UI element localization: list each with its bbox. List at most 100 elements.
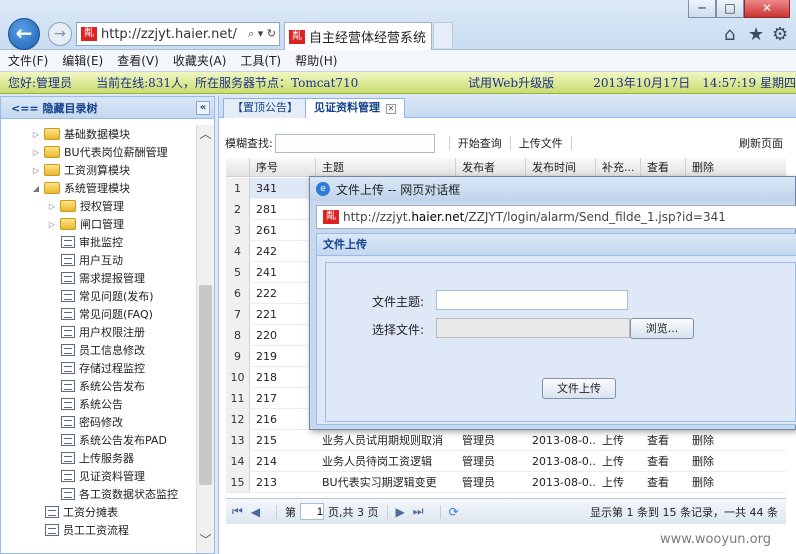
tree-item[interactable]: 上传服务器 [61, 449, 134, 467]
menu-tools[interactable]: 工具(T) [240, 52, 281, 69]
cell-del[interactable]: 删除 [686, 430, 786, 450]
tree-item[interactable]: 系统公告发布 [61, 377, 145, 395]
favorites-icon[interactable]: ★ [748, 24, 764, 45]
cell-extra[interactable]: 上传 [596, 472, 641, 492]
tree-item[interactable]: ▷ 基础数据模块 [31, 125, 130, 143]
menu-favorites[interactable]: 收藏夹(A) [173, 52, 227, 69]
tree-item[interactable]: 用户互动 [61, 251, 123, 269]
row-number: 9 [226, 346, 250, 366]
tree-item[interactable]: 需求提报管理 [61, 269, 145, 287]
new-tab-button[interactable] [433, 22, 453, 48]
page-icon [61, 290, 75, 302]
page-number-input[interactable] [300, 503, 325, 520]
column-header[interactable]: 序号 [250, 158, 316, 176]
home-icon[interactable]: ⌂ [724, 24, 735, 45]
scroll-thumb[interactable] [199, 285, 212, 485]
upload-submit-button[interactable]: 文件上传 [542, 378, 616, 399]
expand-icon[interactable]: ▷ [31, 130, 41, 139]
folder-icon [44, 164, 60, 176]
tree-item[interactable]: ◢ 系统管理模块 [31, 179, 130, 197]
subject-input[interactable] [436, 290, 628, 310]
scroll-down-icon[interactable]: ﹀ [197, 531, 214, 549]
tree-scrollbar[interactable]: ︿ ﹀ [196, 125, 214, 553]
cell-view[interactable]: 查看 [641, 430, 686, 450]
tree-item[interactable]: 各工资数据状态监控 [61, 485, 178, 503]
row-number: 6 [226, 283, 250, 303]
tree-item[interactable]: 见证资料管理 [61, 467, 145, 485]
forward-button[interactable]: → [48, 22, 72, 46]
menu-view[interactable]: 查看(V) [117, 52, 159, 69]
refresh-icon[interactable]: ⟳ [449, 505, 459, 519]
browser-tab[interactable]: 亃 自主经营体经营系统 [284, 22, 432, 50]
tree-item[interactable]: 常见问题(发布) [61, 287, 154, 305]
column-header[interactable]: 发布者 [456, 158, 526, 176]
tree-item[interactable]: ▷ 授权管理 [47, 197, 124, 215]
cell-subject: 业务人员试用期规则取消 [322, 434, 443, 447]
tree-item[interactable]: 用户权限注册 [61, 323, 145, 341]
tree-item[interactable]: 系统公告 [61, 395, 123, 413]
tree-item[interactable]: 工资分摊表 [45, 503, 118, 521]
tab-evidence-management[interactable]: 见证资料管理 ✕ [305, 98, 405, 118]
tree-item-label: 基础数据模块 [64, 128, 130, 141]
expand-icon[interactable]: ▷ [47, 202, 57, 211]
browse-button[interactable]: 浏览... [630, 318, 694, 339]
gear-icon[interactable]: ⚙ [772, 24, 788, 45]
table-row[interactable]: 13 215 业务人员试用期规则取消 管理员 2013-08-0... 上传 查看 删除 [226, 430, 786, 451]
close-tab-icon[interactable]: ✕ [386, 104, 396, 114]
cell-view[interactable]: 查看 [641, 472, 686, 492]
refresh-page-button[interactable]: 刷新页面 [739, 135, 783, 151]
back-button[interactable]: ← [8, 18, 40, 50]
last-page-icon[interactable]: ⏭ [413, 504, 424, 519]
tree-item[interactable]: 审批监控 [61, 233, 123, 251]
tree-item[interactable]: 密码修改 [61, 413, 123, 431]
collapse-icon[interactable]: « [196, 100, 210, 115]
tree-item-label: 工资测算模块 [64, 164, 130, 177]
hide-tree-link[interactable]: <== 隐藏目录树 [11, 100, 97, 116]
cell-del[interactable]: 删除 [686, 451, 786, 471]
cell-id: 216 [256, 413, 277, 426]
table-row[interactable]: 14 214 业务人员待岗工资逻辑 管理员 2013-08-0... 上传 查看 删除 [226, 451, 786, 472]
cell-extra[interactable]: 上传 [596, 451, 641, 471]
column-header[interactable]: 补充... [596, 158, 641, 176]
column-header[interactable]: 主题 [316, 158, 456, 176]
address-bar[interactable]: 亃 http://zzjyt.haier.net/ ⌕ ▾ ↻ [76, 22, 280, 46]
search-input[interactable] [274, 133, 435, 153]
tree-item[interactable]: 员工工资流程 [45, 521, 129, 539]
menu-file[interactable]: 文件(F) [8, 52, 48, 69]
search-button[interactable]: 开始查询 [458, 135, 502, 151]
tree-item-label: 存储过程监控 [79, 362, 145, 375]
upload-file-button[interactable]: 上传文件 [519, 135, 563, 151]
column-header[interactable]: 查看 [641, 158, 686, 176]
tab-pinned-notice[interactable]: 【置顶公告】 [223, 98, 307, 118]
table-row[interactable]: 15 213 BU代表实习期逻辑变更 管理员 2013-08-0... 上传 查看 删除 [226, 472, 786, 493]
tree-item[interactable]: ▷ BU代表岗位薪酬管理 [31, 143, 168, 161]
prev-page-icon[interactable]: ◀ [251, 505, 260, 519]
scroll-up-icon[interactable]: ︿ [197, 125, 214, 143]
cell-extra[interactable]: 上传 [596, 430, 641, 450]
expand-icon[interactable]: ▷ [31, 148, 41, 157]
tree-item[interactable]: ▷ 工资测算模块 [31, 161, 130, 179]
file-path-field[interactable] [436, 318, 630, 338]
column-header[interactable]: 发布时间 [526, 158, 596, 176]
search-icon[interactable]: ⌕ ▾ ↻ [245, 27, 279, 41]
tree-item[interactable]: 员工信息修改 [61, 341, 145, 359]
tree-item[interactable]: 系统公告发布PAD [61, 431, 167, 449]
tree-item[interactable]: ▷ 闸口管理 [47, 215, 124, 233]
column-header[interactable]: 删除 [686, 158, 786, 176]
next-page-icon[interactable]: ▶ [396, 505, 405, 519]
cell-del[interactable]: 删除 [686, 472, 786, 492]
expand-icon[interactable]: ▷ [31, 166, 41, 175]
cell-id: 219 [256, 350, 277, 363]
expand-open-icon[interactable]: ◢ [31, 184, 41, 193]
first-page-icon[interactable]: ⏮ [232, 504, 243, 519]
cell-view[interactable]: 查看 [641, 451, 686, 471]
tree-item[interactable]: 常见问题(FAQ) [61, 305, 153, 323]
menu-edit[interactable]: 编辑(E) [62, 52, 103, 69]
minimize-button[interactable]: ─ [688, 0, 716, 18]
menu-help[interactable]: 帮助(H) [295, 52, 337, 69]
tree-item[interactable]: 存储过程监控 [61, 359, 145, 377]
close-button[interactable]: ✕ [744, 0, 790, 18]
expand-icon[interactable]: ▷ [47, 220, 57, 229]
maximize-button[interactable]: □ [716, 0, 744, 18]
tree-item-label: 员工工资流程 [63, 524, 129, 537]
